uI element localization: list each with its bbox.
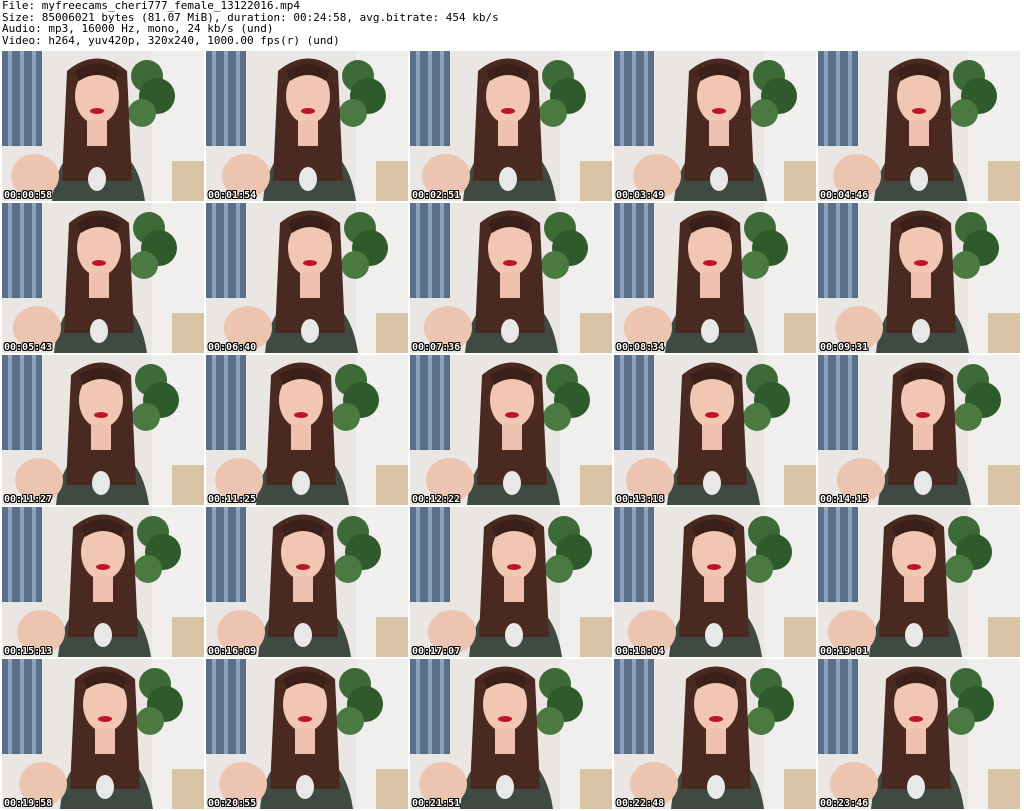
video-thumbnail: 00:00:58 (2, 51, 204, 201)
thumbnail-timestamp: 00:04:46 (820, 190, 869, 201)
video-thumbnail: 00:11:27 (2, 355, 204, 505)
thumbnail-timestamp: 00:02:51 (412, 190, 461, 201)
video-thumbnail: 00:17:07 (410, 507, 612, 657)
thumbnail-timestamp: 00:22:48 (616, 798, 665, 809)
video-thumbnail: 00:19:58 (2, 659, 204, 809)
video-thumbnail: 00:16:09 (206, 507, 408, 657)
video-thumbnail: 00:23:46 (818, 659, 1020, 809)
webcam-frame-image (614, 659, 816, 809)
file-name-line: File: myfreecams_cheri777_female_1312201… (2, 0, 301, 12)
webcam-frame-image (818, 203, 1020, 353)
webcam-frame-image (206, 203, 408, 353)
thumbnail-timestamp: 00:15:13 (4, 646, 53, 657)
video-thumbnail: 00:03:49 (614, 51, 816, 201)
thumbnail-timestamp: 00:12:22 (412, 494, 461, 505)
video-info-line: Video: h264, yuv420p, 320x240, 1000.00 f… (2, 33, 340, 47)
webcam-frame-image (410, 659, 612, 809)
webcam-frame-image (2, 51, 204, 201)
thumbnail-timestamp: 00:18:04 (616, 646, 665, 657)
webcam-frame-image (410, 51, 612, 201)
thumbnail-timestamp: 00:14:15 (820, 494, 869, 505)
video-thumbnail: 00:19:01 (818, 507, 1020, 657)
thumbnail-grid: 00:00:58 00:01:54 00:02:51 00:03:49 00:04:46… (0, 51, 1024, 811)
webcam-frame-image (614, 51, 816, 201)
webcam-frame-image (818, 659, 1020, 809)
webcam-frame-image (206, 355, 408, 505)
video-thumbnail: 00:22:48 (614, 659, 816, 809)
video-thumbnail: 00:08:34 (614, 203, 816, 353)
thumbnail-timestamp: 00:11:25 (208, 494, 257, 505)
thumbnail-timestamp: 00:13:18 (616, 494, 665, 505)
thumbnail-timestamp: 00:17:07 (412, 646, 461, 657)
thumbnail-timestamp: 00:19:01 (820, 646, 869, 657)
thumbnail-timestamp: 00:06:40 (208, 342, 257, 353)
webcam-frame-image (410, 203, 612, 353)
webcam-frame-image (818, 355, 1020, 505)
file-info-header: File: myfreecams_cheri777_female_1312201… (2, 0, 1022, 46)
video-thumbnail: 00:04:46 (818, 51, 1020, 201)
webcam-frame-image (410, 507, 612, 657)
webcam-frame-image (206, 51, 408, 201)
thumbnail-timestamp: 00:19:58 (4, 798, 53, 809)
thumbnail-timestamp: 00:05:43 (4, 342, 53, 353)
webcam-frame-image (614, 203, 816, 353)
webcam-frame-image (2, 507, 204, 657)
video-thumbnail: 00:12:22 (410, 355, 612, 505)
thumbnail-timestamp: 00:16:09 (208, 646, 257, 657)
webcam-frame-image (2, 659, 204, 809)
webcam-frame-image (2, 203, 204, 353)
video-thumbnail: 00:07:36 (410, 203, 612, 353)
thumbnail-timestamp: 00:23:46 (820, 798, 869, 809)
thumbnail-timestamp: 00:20:55 (208, 798, 257, 809)
webcam-frame-image (614, 355, 816, 505)
thumbnail-timestamp: 00:03:49 (616, 190, 665, 201)
thumbnail-timestamp: 00:09:31 (820, 342, 869, 353)
webcam-frame-image (206, 507, 408, 657)
video-thumbnail: 00:05:43 (2, 203, 204, 353)
video-thumbnail: 00:20:55 (206, 659, 408, 809)
video-thumbnail: 00:14:15 (818, 355, 1020, 505)
webcam-frame-image (818, 507, 1020, 657)
webcam-frame-image (206, 659, 408, 809)
webcam-frame-image (2, 355, 204, 505)
webcam-frame-image (818, 51, 1020, 201)
video-thumbnail: 00:06:40 (206, 203, 408, 353)
video-thumbnail: 00:09:31 (818, 203, 1020, 353)
video-thumbnail: 00:18:04 (614, 507, 816, 657)
thumbnail-timestamp: 00:07:36 (412, 342, 461, 353)
webcam-frame-image (410, 355, 612, 505)
video-thumbnail: 00:01:54 (206, 51, 408, 201)
video-thumbnail: 00:11:25 (206, 355, 408, 505)
thumbnail-timestamp: 00:11:27 (4, 494, 53, 505)
thumbnail-timestamp: 00:00:58 (4, 190, 53, 201)
thumbnail-timestamp: 00:21:51 (412, 798, 461, 809)
thumbnail-timestamp: 00:08:34 (616, 342, 665, 353)
video-thumbnail: 00:21:51 (410, 659, 612, 809)
audio-info-line: Audio: mp3, 16000 Hz, mono, 24 kb/s (und… (2, 22, 274, 35)
webcam-frame-image (614, 507, 816, 657)
video-thumbnail: 00:02:51 (410, 51, 612, 201)
video-thumbnail: 00:13:18 (614, 355, 816, 505)
video-thumbnail: 00:15:13 (2, 507, 204, 657)
thumbnail-timestamp: 00:01:54 (208, 190, 257, 201)
